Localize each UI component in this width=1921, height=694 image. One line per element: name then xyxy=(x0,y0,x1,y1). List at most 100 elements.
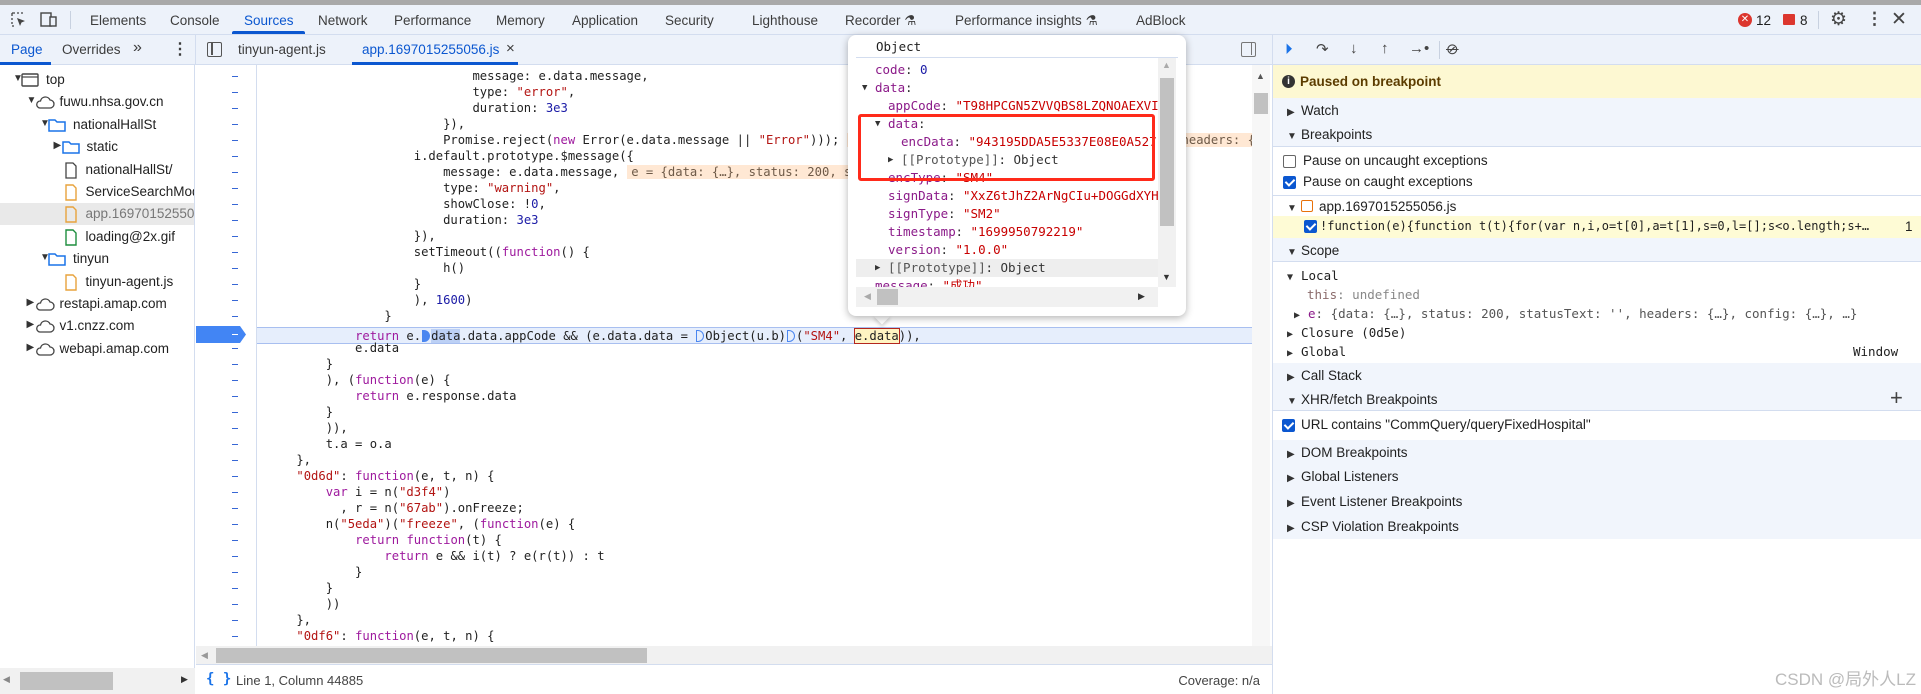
line-number-placeholder[interactable] xyxy=(232,492,238,493)
device-toolbar-icon[interactable] xyxy=(40,12,58,31)
line-number-placeholder[interactable] xyxy=(232,636,238,637)
code-line[interactable]: "0df6": function(e, t, n) { xyxy=(267,628,494,644)
code-line[interactable]: type: "warning", xyxy=(267,180,560,196)
scroll-right-arrow-icon[interactable]: ▶ xyxy=(181,674,188,685)
editor-tab-tinyun-agent[interactable]: tinyun-agent.js xyxy=(238,42,326,57)
step-out-icon[interactable]: ↑ xyxy=(1381,40,1389,57)
line-number-placeholder[interactable] xyxy=(232,204,238,205)
code-line[interactable]: type: "error", xyxy=(267,84,575,100)
scrollbar-thumb[interactable] xyxy=(20,672,113,690)
section-event-listener-breakpoints[interactable]: ▶ Event Listener Breakpoints xyxy=(1287,494,1921,509)
resume-icon[interactable]: ⏵ xyxy=(1285,41,1293,58)
line-number-placeholder[interactable] xyxy=(232,108,238,109)
line-number-placeholder[interactable] xyxy=(232,508,238,509)
hovered-expression[interactable]: e.data xyxy=(853,328,900,344)
toggle-debugger-sidebar-icon[interactable] xyxy=(1241,42,1256,57)
object-property[interactable]: message: "成功" xyxy=(856,277,1158,287)
scrollbar-thumb[interactable] xyxy=(1254,93,1268,114)
line-number-placeholder[interactable] xyxy=(232,300,238,301)
error-count[interactable]: 12 xyxy=(1756,13,1771,28)
tab-application[interactable]: Application xyxy=(572,13,638,28)
more-options-kebab-icon[interactable]: ⋮ xyxy=(1866,9,1883,29)
line-number-placeholder[interactable] xyxy=(232,140,238,141)
expand-arrow-icon[interactable]: ▶ xyxy=(27,319,35,330)
expand-arrow-icon[interactable]: ▶ xyxy=(27,342,35,353)
code-line[interactable]: return e.response.data xyxy=(267,388,516,404)
code-line[interactable]: }), xyxy=(267,228,436,244)
scrollbar-thumb[interactable] xyxy=(1160,78,1174,226)
code-line[interactable]: } xyxy=(267,276,421,292)
code-line[interactable]: var i = n("d3f4") xyxy=(267,484,451,500)
code-line[interactable]: duration: 3e3 xyxy=(267,100,567,116)
object-property[interactable]: signData: "XxZ6tJhZ2ArNgCIu+DOGGdXYHl xyxy=(856,187,1158,205)
tab-console[interactable]: Console xyxy=(170,13,220,28)
add-xhr-breakpoint-icon[interactable]: + xyxy=(1890,385,1903,411)
code-line[interactable]: }, xyxy=(267,452,311,468)
code-line[interactable]: showClose: !0, xyxy=(267,196,546,212)
object-property[interactable]: version: "1.0.0" xyxy=(856,241,1158,259)
expand-arrow-icon[interactable]: ▶ xyxy=(27,297,35,308)
line-number-placeholder[interactable] xyxy=(232,220,238,221)
navigator-tab-overrides[interactable]: Overrides xyxy=(62,42,121,57)
scope-closure[interactable]: ▶ Closure (0d5e) xyxy=(1287,325,1921,340)
navigator-hscrollbar[interactable]: ◀ ▶ xyxy=(0,668,195,694)
scope-var-this[interactable]: this: undefined xyxy=(1307,287,1921,302)
expand-arrow-icon[interactable]: ▶ xyxy=(54,140,62,151)
section-global-listeners[interactable]: ▶ Global Listeners xyxy=(1287,469,1921,484)
scope-local[interactable]: ▼ Local xyxy=(1287,268,1921,283)
code-line[interactable]: return e && i(t) ? e(r(t)) : t xyxy=(267,548,604,564)
code-line[interactable]: "0d6d": function(e, t, n) { xyxy=(267,468,494,484)
code-line[interactable]: } xyxy=(267,580,333,596)
xhr-breakpoint-checkbox[interactable] xyxy=(1282,419,1295,432)
object-property[interactable]: code:0 xyxy=(856,61,1158,79)
object-property[interactable]: ▼ data: xyxy=(856,79,1158,97)
code-vscrollbar[interactable]: ▲ xyxy=(1252,65,1270,646)
tab-performance-insights[interactable]: Performance insights ⚗ xyxy=(955,13,1098,29)
step-icon[interactable]: →• xyxy=(1409,40,1429,57)
nav-item[interactable]: ▶ v1.cnzz.com xyxy=(0,315,194,337)
line-number-placeholder[interactable] xyxy=(232,604,238,605)
line-number-placeholder[interactable] xyxy=(232,572,238,573)
scope-var-e[interactable]: ▶ e: {data: {…}, status: 200, statusText:… xyxy=(1294,306,1921,321)
line-number-placeholder[interactable] xyxy=(232,284,238,285)
deactivate-breakpoints-icon[interactable]: ⊘ xyxy=(1446,40,1459,58)
object-preview-popover[interactable]: Object code:0 ▼ data: appCode: "T98HPCGN5ZVV… xyxy=(848,35,1186,316)
breakpoint-enabled-checkbox[interactable] xyxy=(1304,220,1317,233)
close-tab-icon[interactable]: × xyxy=(506,40,515,57)
tab-performance[interactable]: Performance xyxy=(394,13,471,28)
expand-arrow-icon[interactable]: ▶ xyxy=(875,259,880,277)
line-number-placeholder[interactable] xyxy=(232,588,238,589)
scope-global[interactable]: ▶ Global xyxy=(1287,344,1921,359)
code-hscrollbar[interactable]: ◀ xyxy=(196,646,1272,664)
code-line[interactable]: t.a = o.a xyxy=(267,436,392,452)
line-number-placeholder[interactable] xyxy=(232,460,238,461)
code-line[interactable]: message: e.data.message, xyxy=(267,68,648,84)
settings-gear-icon[interactable]: ⚙ xyxy=(1830,8,1847,31)
code-line[interactable]: } xyxy=(267,308,391,324)
toggle-navigator-icon[interactable] xyxy=(207,42,222,57)
section-scope[interactable]: ▼ Scope xyxy=(1287,243,1921,258)
execution-code-line[interactable]: return e. data.data.appCode && (e.data.da… xyxy=(267,328,921,344)
code-line[interactable]: } xyxy=(267,404,333,420)
execution-line-marker[interactable] xyxy=(196,326,246,343)
nav-item[interactable]: nationalHallSt/ xyxy=(0,159,194,181)
nav-item[interactable]: ▶ static xyxy=(0,136,194,158)
object-property[interactable]: ▶ [[Prototype]]: Object xyxy=(856,259,1158,277)
object-property[interactable]: signType: "SM2" xyxy=(856,205,1158,223)
popover-hscrollbar[interactable]: ◀ ▶ xyxy=(856,287,1158,307)
line-number-placeholder[interactable] xyxy=(232,76,238,77)
coverage-status[interactable]: Coverage: n/a xyxy=(1178,673,1260,688)
tab-elements[interactable]: Elements xyxy=(90,13,146,28)
code-line[interactable]: h() xyxy=(267,260,465,276)
scroll-up-arrow-icon[interactable]: ▲ xyxy=(1162,60,1171,70)
nav-item[interactable]: ▼ top xyxy=(0,69,194,91)
tab-memory[interactable]: Memory xyxy=(496,13,545,28)
section-call-stack[interactable]: ▶ Call Stack xyxy=(1287,368,1921,383)
code-line[interactable]: return function(t) { xyxy=(267,532,502,548)
section-csp-violation-breakpoints[interactable]: ▶ CSP Violation Breakpoints xyxy=(1287,519,1921,534)
code-line[interactable]: )), xyxy=(267,420,348,436)
section-dom-breakpoints[interactable]: ▶ DOM Breakpoints xyxy=(1287,445,1921,460)
tab-lighthouse[interactable]: Lighthouse xyxy=(752,13,818,28)
tab-network[interactable]: Network xyxy=(318,13,368,28)
error-icon[interactable]: ✕ xyxy=(1738,13,1752,27)
